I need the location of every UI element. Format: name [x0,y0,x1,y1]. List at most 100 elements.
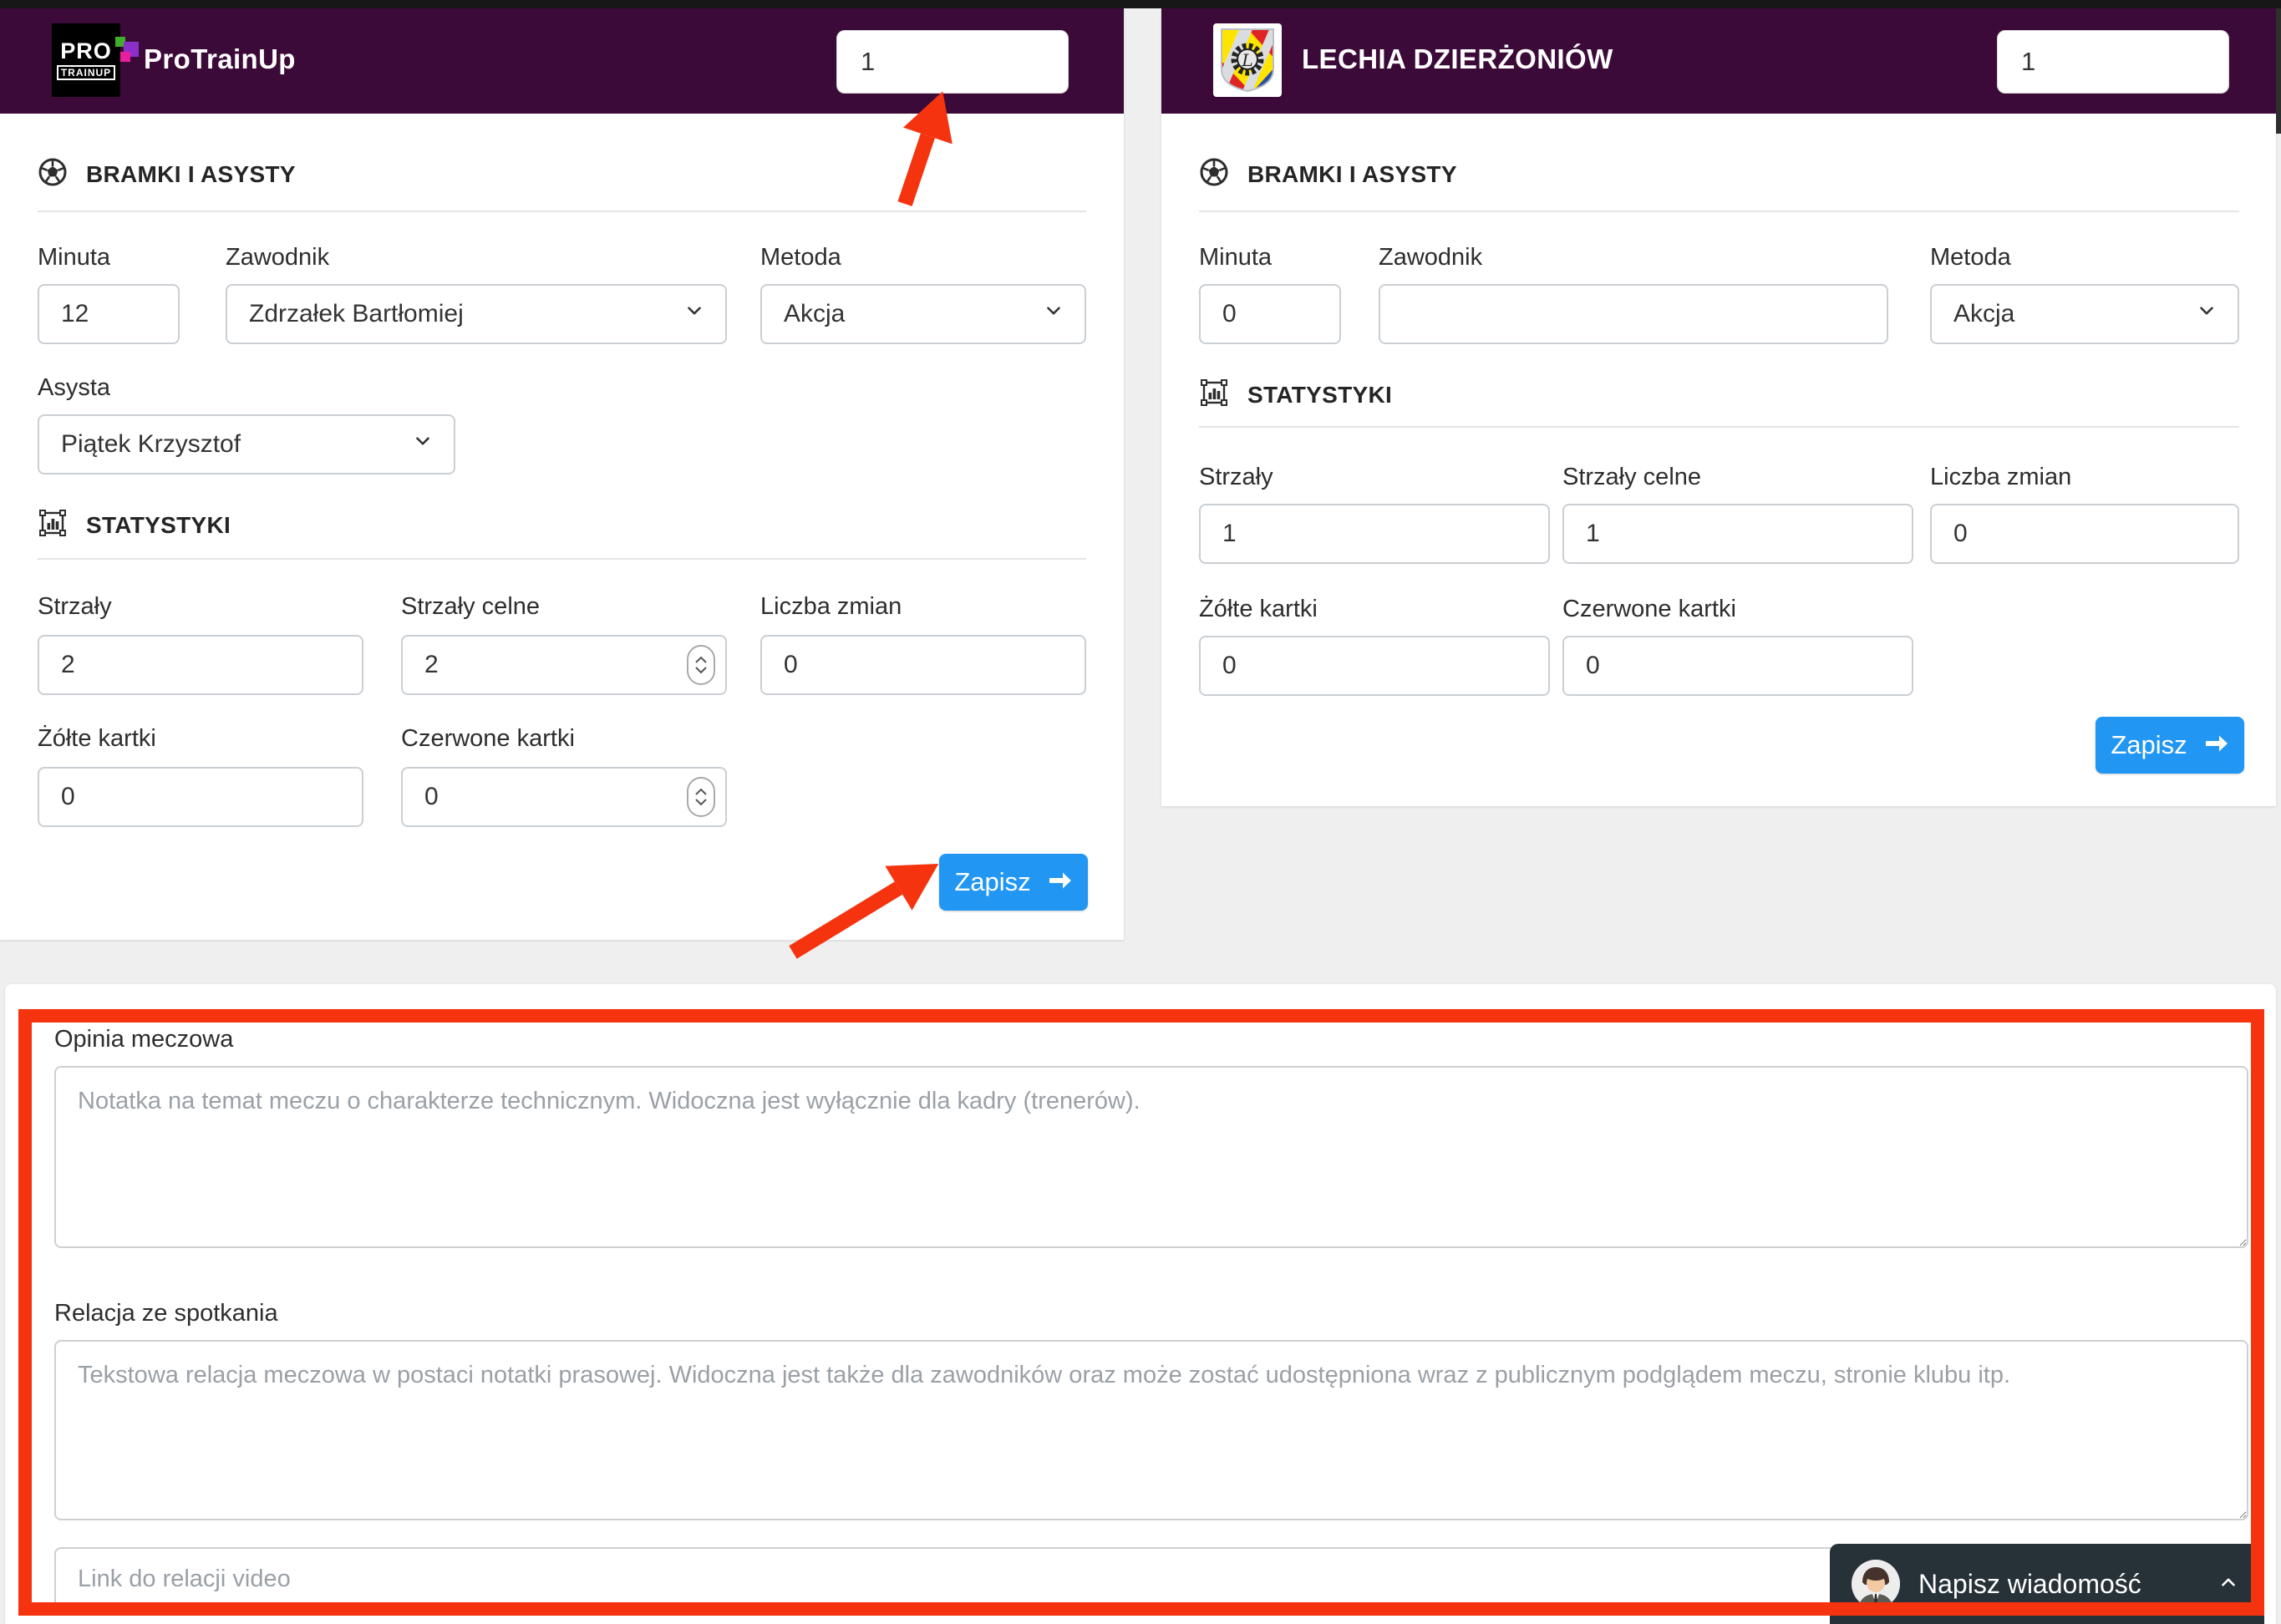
divider [1199,211,2239,212]
right-strzaly-label: Strzały [1199,464,1273,491]
number-stepper[interactable] [687,777,715,817]
left-save-button[interactable]: Zapisz [939,854,1088,911]
chat-widget-label: Napisz wiadomość [1918,1569,2199,1600]
right-team-name: LECHIA DZIERŻONIÓW [1302,43,1613,75]
arrow-right-icon [2204,730,2229,760]
right-zawodnik-label: Zawodnik [1379,244,1482,272]
protrainup-logo: PRO TRAINUP [52,23,120,97]
left-metoda-label: Metoda [760,244,841,272]
right-stats-section-header: STATYSTYKI [1199,378,1392,412]
left-zolte-kartki-input[interactable] [38,767,363,827]
left-minuta-input[interactable] [38,284,180,344]
right-metoda-label: Metoda [1930,244,2011,272]
opinia-meczowa-label: Opinia meczowa [54,1026,233,1053]
left-czerwone-kartki-input[interactable] [401,767,727,827]
right-zawodnik-input[interactable] [1379,284,1888,344]
right-goals-section-header: BRAMKI I ASYSTY [1199,157,1457,191]
right-goals-section-title: BRAMKI I ASYSTY [1247,161,1457,188]
right-liczba-zmian-field [1930,504,2239,564]
right-strzaly-celne-input[interactable] [1562,504,1913,564]
left-strzaly-celne-field [401,635,727,695]
divider [38,211,1086,212]
left-zawodnik-select[interactable]: Zdrzałek Bartłomiej [226,284,727,344]
lechia-club-crest: L [1213,23,1282,97]
svg-text:L: L [1241,50,1252,70]
left-minuta-label: Minuta [38,244,110,272]
left-minuta-field [38,284,180,344]
chevron-down-icon [412,430,434,459]
right-czerwone-kartki-field [1562,636,1913,696]
left-stats-section-header: STATYSTYKI [38,508,231,542]
number-stepper[interactable] [687,645,715,685]
opinia-meczowa-textarea[interactable] [54,1066,2248,1248]
chevron-down-icon [1043,300,1064,328]
right-strzaly-field [1199,504,1550,564]
left-asysta-value: Piątek Krzysztof [61,430,241,459]
left-metoda-value: Akcja [784,300,845,328]
right-zolte-kartki-field [1199,636,1550,696]
left-strzaly-input[interactable] [38,635,363,695]
left-team-score-input[interactable] [836,30,1069,94]
relacja-ze-spotkania-textarea[interactable] [54,1340,2248,1520]
left-metoda-select[interactable]: Akcja [760,284,1086,344]
right-save-button[interactable]: Zapisz [2096,717,2244,774]
chevron-down-icon [2196,300,2217,328]
soccer-ball-icon [38,157,68,191]
window-top-bar [0,0,2281,8]
right-strzaly-celne-field [1562,504,1913,564]
left-asysta-label: Asysta [38,374,110,402]
stats-chart-icon [38,508,68,542]
left-liczba-zmian-field [760,635,1086,695]
right-team-header: L LECHIA DZIERŻONIÓW [1161,8,2276,114]
arrow-right-icon [1048,867,1073,897]
divider [1199,426,2239,428]
left-stats-section-title: STATYSTYKI [86,512,231,539]
right-czerwone-kartki-label: Czerwone kartki [1562,596,1736,623]
divider [38,558,1086,560]
save-button-label: Zapisz [954,867,1030,897]
left-team-header: PRO TRAINUP ProTrainUp [0,8,1124,114]
left-strzaly-field [38,635,363,695]
left-team-panel: PRO TRAINUP ProTrainUp BRAMKI I ASYSTY M… [0,8,1124,940]
right-minuta-input[interactable] [1199,284,1341,344]
chevron-up-icon [2217,1571,2239,1597]
right-team-score-input[interactable] [1997,30,2229,94]
chat-widget[interactable]: Napisz wiadomość [1830,1544,2264,1624]
left-liczba-zmian-input[interactable] [760,635,1086,695]
left-zolte-kartki-field [38,767,363,827]
right-strzaly-celne-label: Strzały celne [1562,464,1701,491]
page: PRO TRAINUP ProTrainUp BRAMKI I ASYSTY M… [0,0,2281,1624]
left-strzaly-celne-label: Strzały celne [401,593,540,621]
right-zolte-kartki-input[interactable] [1199,636,1550,696]
left-goals-section-title: BRAMKI I ASYSTY [86,161,296,188]
right-metoda-select[interactable]: Akcja [1930,284,2239,344]
left-czerwone-kartki-label: Czerwone kartki [401,725,575,753]
left-zawodnik-value: Zdrzałek Bartłomiej [249,300,464,328]
right-minuta-label: Minuta [1199,244,1272,272]
soccer-ball-icon [1199,157,1229,191]
right-minuta-field [1199,284,1341,344]
right-team-panel: L LECHIA DZIERŻONIÓW BRAMKI I ASYSTY Min… [1161,8,2276,806]
right-zawodnik-field [1379,284,1888,344]
left-goals-section-header: BRAMKI I ASYSTY [38,157,296,191]
logo-square-magenta [120,52,130,62]
left-zolte-kartki-label: Żółte kartki [38,725,156,753]
right-liczba-zmian-input[interactable] [1930,504,2239,564]
left-czerwone-kartki-field [401,767,727,827]
relacja-ze-spotkania-label: Relacja ze spotkania [54,1300,278,1327]
stats-chart-icon [1199,378,1229,412]
left-asysta-select[interactable]: Piątek Krzysztof [38,414,455,475]
right-stats-section-title: STATYSTYKI [1247,382,1392,409]
left-strzaly-celne-input[interactable] [401,635,727,695]
avatar [1852,1560,1900,1608]
right-metoda-value: Akcja [1953,300,2014,328]
left-team-name: ProTrainUp [144,43,296,75]
right-strzaly-input[interactable] [1199,504,1550,564]
left-zawodnik-label: Zawodnik [226,244,329,272]
scrollbar-thumb[interactable] [2276,8,2281,134]
chevron-down-icon [683,300,705,328]
left-liczba-zmian-label: Liczba zmian [760,593,902,621]
right-czerwone-kartki-input[interactable] [1562,636,1913,696]
save-button-label: Zapisz [2111,730,2187,760]
right-liczba-zmian-label: Liczba zmian [1930,464,2071,491]
